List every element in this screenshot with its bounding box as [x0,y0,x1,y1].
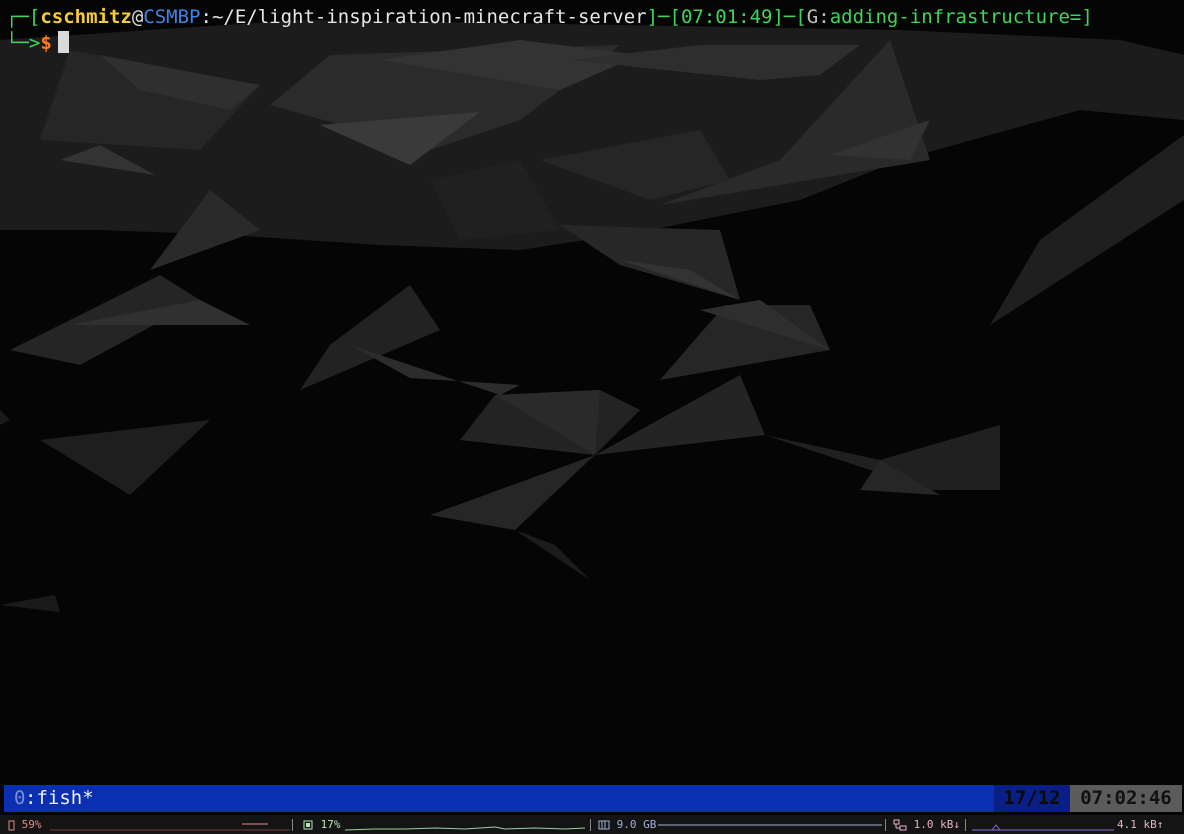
cpu-stat: 17% [302,815,341,834]
cpu-value: 17% [320,818,341,831]
prompt-bracket: ] [1081,6,1093,28]
shell-prompt: ┌─[cschmitz@CSMBP:~/E/light-inspiration-… [6,4,1093,56]
prompt-bracket: ]─[ [646,6,681,28]
prompt-user: cschmitz [40,6,132,28]
tmux-window-name[interactable]: :fish* [25,785,94,812]
terminal-window[interactable]: ┌─[cschmitz@CSMBP:~/E/light-inspiration-… [0,0,1184,834]
stats-separator [590,819,591,831]
network-icon [893,819,907,831]
prompt-at: @ [131,6,144,28]
network-down-value: 1.0 kB↓ [913,818,960,831]
battery-value: 59% [21,818,42,831]
prompt-path: :~/E/light-inspiration-minecraft-server [200,6,647,28]
memory-stat: 9.0 GB [598,815,656,834]
network-down-stat: 1.0 kB↓ [893,815,960,834]
tmux-pane-indicator: 17/12 [994,785,1070,812]
battery-stat: 59% [8,815,42,834]
tmux-clock: 07:02:46 [1070,785,1182,812]
system-stats-bar: 59% 17% 9.0 GB 1.0 kB↓ 4.1 kB↑ [0,815,1184,834]
prompt-host: CSMBP [143,6,201,28]
prompt-corner-bottom: └─> [6,32,41,54]
battery-graph [50,823,290,831]
memory-icon [598,820,610,830]
tmux-status-bar: 0 :fish* 17/12 07:02:46 [4,785,1182,812]
stats-separator [965,819,966,831]
prompt-corner-top: ┌─[ [6,6,41,28]
wallpaper-background [0,0,1184,834]
memory-value: 9.0 GB [616,818,657,831]
cpu-icon [303,820,313,830]
memory-graph [658,824,882,826]
prompt-bracket: ]─[ [772,6,807,28]
prompt-git-label: G: [806,6,830,28]
cpu-graph [345,826,585,831]
battery-icon [8,820,15,830]
network-graph [972,824,1114,831]
prompt-symbol: $ [40,32,52,54]
prompt-time: 07:01:49 [680,6,773,28]
stats-separator [885,819,886,831]
stats-separator [292,819,293,831]
tmux-window-index[interactable]: 0 [14,785,25,812]
network-up-value: 4.1 kB↑ [1117,818,1164,831]
prompt-git-branch: adding-infrastructure= [829,6,1082,28]
text-cursor[interactable] [57,31,69,53]
